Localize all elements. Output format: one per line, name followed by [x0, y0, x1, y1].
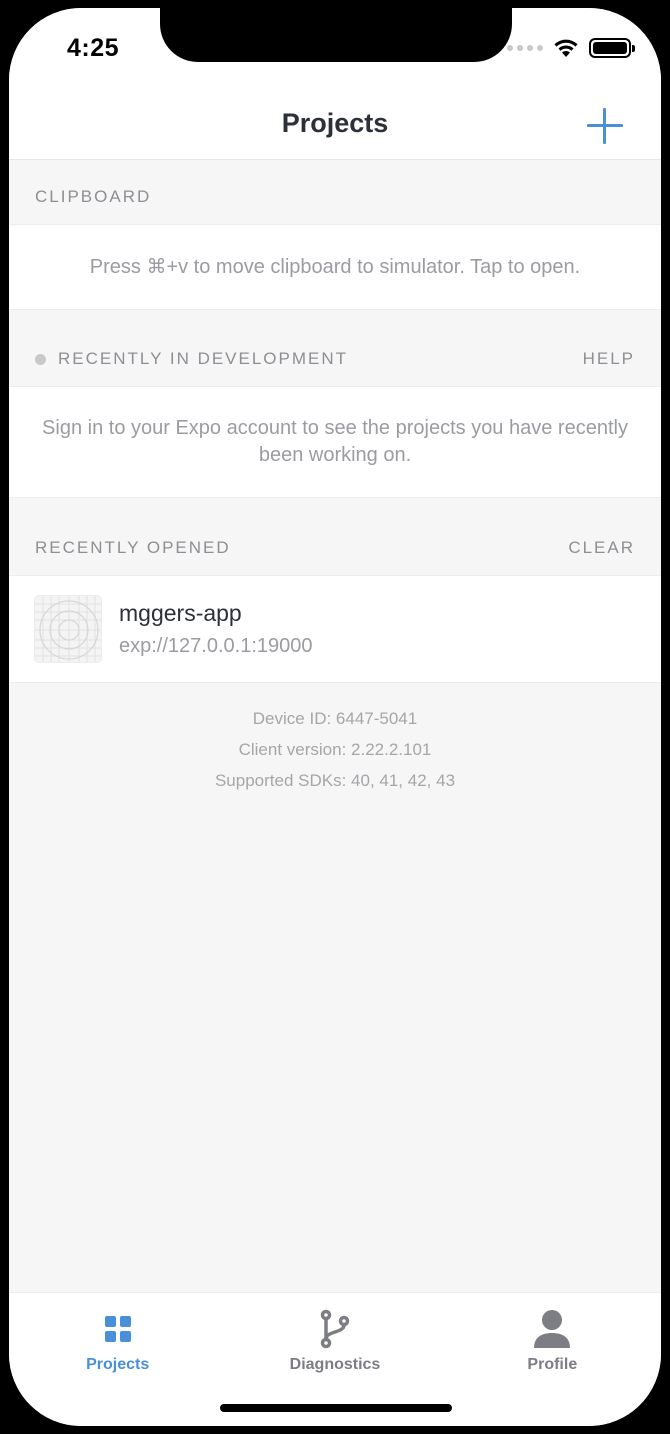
clipboard-section-header: CLIPBOARD	[9, 165, 661, 229]
project-list-item[interactable]: mggers-app exp://127.0.0.1:19000	[9, 576, 661, 682]
recently-opened-list: mggers-app exp://127.0.0.1:19000	[9, 575, 661, 683]
clipboard-header-label: CLIPBOARD	[35, 187, 152, 206]
status-icons	[507, 38, 635, 58]
project-thumbnail-icon	[34, 595, 102, 663]
clipboard-card[interactable]: Press ⌘+v to move clipboard to simulator…	[9, 224, 661, 310]
device-id: Device ID: 6447-5041	[252, 709, 418, 728]
supported-sdks: Supported SDKs: 40, 41, 42, 43	[214, 771, 456, 790]
project-url: exp://127.0.0.1:19000	[119, 635, 313, 657]
recent-development-card: Sign in to your Expo account to see the …	[9, 386, 661, 498]
phone-screen: 4:25 Projects CLIPBOARD Press ⌘+v to mov…	[9, 8, 661, 1426]
recent-development-section-header: RECENTLY IN DEVELOPMENT HELP	[9, 327, 661, 391]
project-name: mggers-app	[119, 600, 242, 626]
notch	[160, 8, 512, 62]
home-indicator	[220, 1404, 452, 1412]
battery-icon	[589, 38, 635, 58]
person-icon	[530, 1307, 574, 1351]
tab-projects[interactable]: Projects	[9, 1293, 226, 1426]
client-version: Client version: 2.22.2.101	[238, 740, 432, 759]
cellular-signal-icon	[507, 45, 543, 51]
help-link[interactable]: HELP	[583, 349, 635, 369]
tab-diagnostics-label: Diagnostics	[289, 1356, 381, 1373]
tab-profile[interactable]: Profile	[444, 1293, 661, 1426]
status-time: 4:25	[67, 34, 120, 62]
recent-development-header-label: RECENTLY IN DEVELOPMENT	[58, 349, 349, 368]
status-dot-icon	[35, 353, 46, 365]
tab-profile-label: Profile	[527, 1356, 578, 1373]
clear-link[interactable]: CLEAR	[568, 538, 635, 558]
tab-projects-label: Projects	[86, 1356, 150, 1373]
recently-opened-section-header: RECENTLY OPENED CLEAR	[9, 516, 661, 580]
navigation-bar: Projects	[9, 94, 661, 160]
clipboard-message: Press ⌘+v to move clipboard to simulator…	[89, 255, 581, 278]
recently-opened-header-label: RECENTLY OPENED	[35, 538, 231, 557]
add-project-button[interactable]	[585, 106, 625, 146]
grid-icon	[96, 1307, 140, 1351]
sign-in-message: Sign in to your Expo account to see the …	[42, 417, 628, 466]
device-info: Device ID: 6447-5041 Client version: 2.2…	[9, 703, 661, 796]
project-info: mggers-app exp://127.0.0.1:19000	[119, 600, 313, 658]
branch-icon	[313, 1307, 357, 1351]
wifi-icon	[554, 39, 578, 57]
page-title: Projects	[281, 108, 389, 138]
